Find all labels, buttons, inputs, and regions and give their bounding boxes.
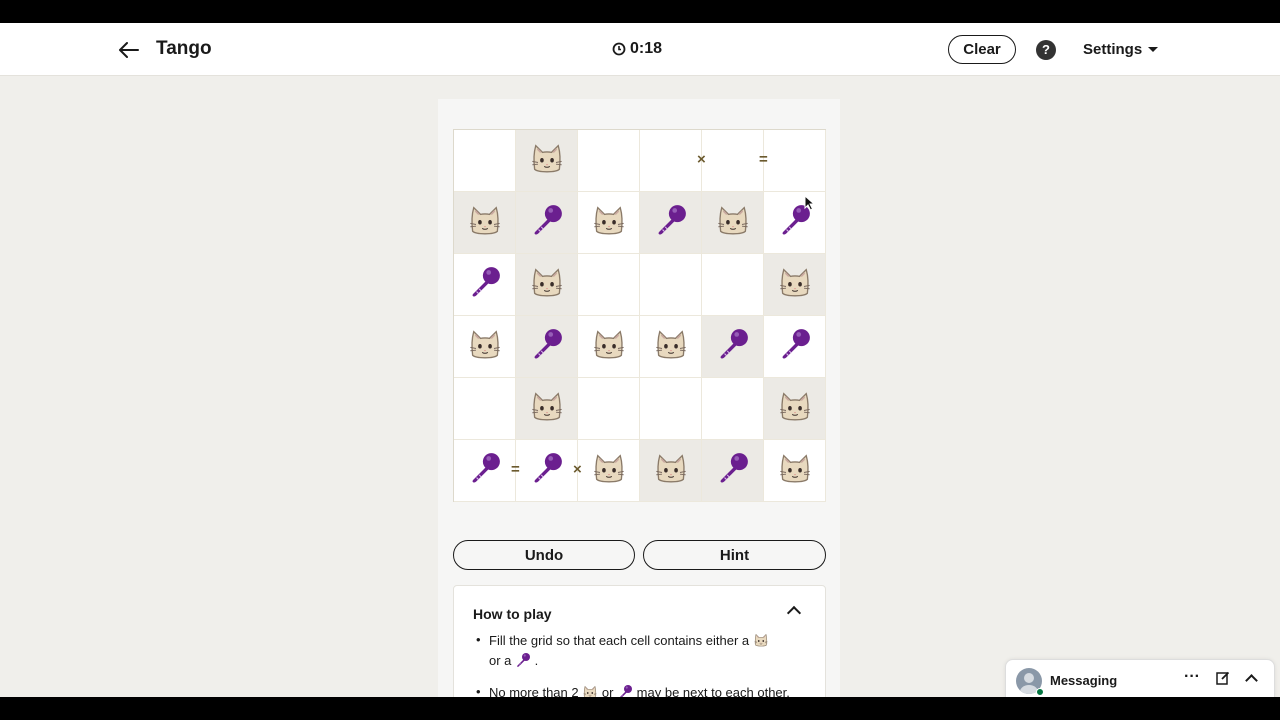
cat-icon <box>653 450 689 491</box>
cat-icon <box>529 388 565 429</box>
grid-cell[interactable] <box>578 130 640 192</box>
more-options-icon[interactable]: ··· <box>1184 668 1200 686</box>
grid-cell[interactable] <box>764 440 826 502</box>
clear-button[interactable]: Clear <box>948 35 1016 64</box>
grid-cell[interactable] <box>702 130 764 192</box>
grid-cell <box>702 316 764 378</box>
grid-cell[interactable] <box>702 378 764 440</box>
cat-icon <box>777 450 813 491</box>
grid-cell[interactable] <box>640 254 702 316</box>
microphone-icon <box>716 451 750 490</box>
chevron-up-icon[interactable] <box>786 605 802 621</box>
game-panel: × = = × Undo Hint How to play Fill the grid… <box>438 99 840 697</box>
settings-label: Settings <box>1083 41 1143 58</box>
messaging-bar[interactable]: Messaging ··· <box>1005 659 1275 697</box>
cat-icon <box>591 202 627 243</box>
messaging-label: Messaging <box>1050 673 1118 688</box>
grid-cell <box>516 192 578 254</box>
how-to-play-title: How to play <box>473 606 552 622</box>
microphone-icon <box>468 265 502 304</box>
equals-constraint-icon: = <box>511 461 520 478</box>
cat-icon <box>591 326 627 367</box>
grid-cell[interactable] <box>764 192 826 254</box>
online-status-dot <box>1036 688 1044 696</box>
grid-cell[interactable] <box>454 254 516 316</box>
timer-value: 0:18 <box>630 40 663 57</box>
grid-cell[interactable] <box>640 316 702 378</box>
caret-down-icon <box>1148 47 1159 52</box>
grid-cell <box>702 192 764 254</box>
microphone-icon <box>530 327 564 366</box>
grid-cell[interactable] <box>764 130 826 192</box>
cat-icon <box>582 684 598 697</box>
cat-icon <box>777 264 813 305</box>
grid-cell[interactable] <box>578 254 640 316</box>
grid-cell[interactable] <box>454 378 516 440</box>
grid-cell[interactable] <box>578 316 640 378</box>
grid-cell <box>516 254 578 316</box>
grid-cell <box>764 378 826 440</box>
grid-cell[interactable] <box>640 378 702 440</box>
cross-constraint-icon: × <box>697 151 706 168</box>
cat-icon <box>777 388 813 429</box>
grid-cell[interactable] <box>578 192 640 254</box>
microphone-icon <box>654 203 688 242</box>
grid-cell[interactable] <box>454 316 516 378</box>
cat-icon <box>653 326 689 367</box>
clock-icon <box>612 42 626 56</box>
help-icon[interactable]: ? <box>1036 40 1056 60</box>
grid-cell <box>516 378 578 440</box>
grid-cell[interactable] <box>454 440 516 502</box>
rule-item: No more than 2 or may be next to each ot… <box>473 684 803 697</box>
grid-cell <box>516 316 578 378</box>
equals-constraint-icon: = <box>759 151 768 168</box>
cat-icon <box>529 264 565 305</box>
cat-icon <box>753 632 769 652</box>
rules-list: Fill the grid so that each cell contains… <box>473 632 803 697</box>
microphone-icon <box>515 652 531 672</box>
microphone-icon <box>530 451 564 490</box>
puzzle-grid: × = = × <box>453 129 826 502</box>
microphone-icon <box>617 684 633 697</box>
grid-cell <box>640 440 702 502</box>
game-header: Tango 0:18 Clear ? Settings <box>0 23 1280 76</box>
grid-cell[interactable] <box>578 440 640 502</box>
hint-button[interactable]: Hint <box>643 540 826 570</box>
cat-icon <box>467 326 503 367</box>
back-arrow-icon[interactable] <box>116 37 142 63</box>
grid-cell <box>764 254 826 316</box>
undo-button[interactable]: Undo <box>453 540 635 570</box>
grid-cell <box>454 192 516 254</box>
game-title: Tango <box>156 38 212 59</box>
microphone-icon <box>530 203 564 242</box>
cat-icon <box>591 450 627 491</box>
grid-cell[interactable] <box>702 254 764 316</box>
compose-icon[interactable] <box>1216 671 1230 690</box>
cat-icon <box>529 140 565 181</box>
chevron-up-icon[interactable] <box>1245 674 1258 687</box>
cat-icon <box>467 202 503 243</box>
cat-icon <box>715 202 751 243</box>
grid-cell[interactable] <box>454 130 516 192</box>
microphone-icon <box>468 451 502 490</box>
microphone-icon <box>716 327 750 366</box>
settings-dropdown[interactable]: Settings <box>1083 41 1159 58</box>
grid-cell[interactable] <box>764 316 826 378</box>
rule-item: Fill the grid so that each cell contains… <box>473 632 803 672</box>
app-window: Tango 0:18 Clear ? Settings × = = × Undo… <box>0 23 1280 697</box>
grid-cell[interactable] <box>578 378 640 440</box>
microphone-icon <box>778 327 812 366</box>
grid-cell <box>516 130 578 192</box>
grid-cell <box>640 192 702 254</box>
cross-constraint-icon: × <box>573 461 582 478</box>
timer: 0:18 <box>612 40 662 58</box>
mouse-cursor-icon <box>804 195 816 211</box>
grid-cell[interactable] <box>640 130 702 192</box>
grid-cell[interactable] <box>516 440 578 502</box>
grid-cell <box>702 440 764 502</box>
how-to-play-panel: How to play Fill the grid so that each c… <box>453 585 826 697</box>
